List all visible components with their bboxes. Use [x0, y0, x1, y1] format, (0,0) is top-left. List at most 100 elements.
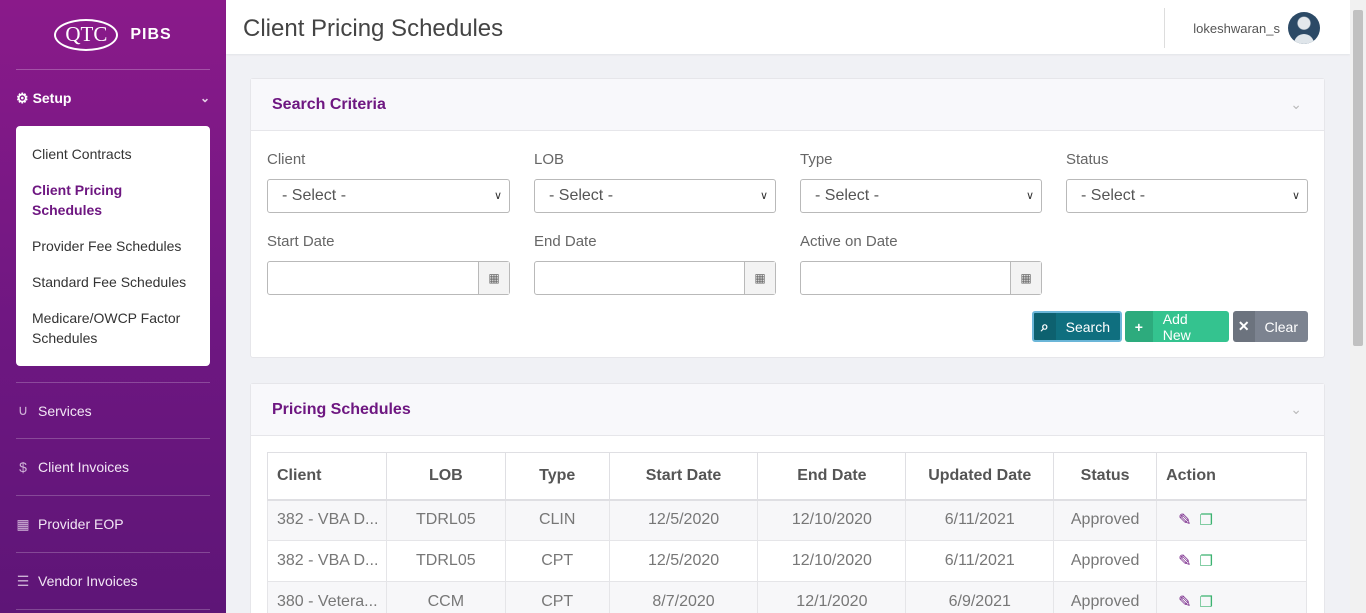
nav-item-label: Client Invoices	[38, 459, 130, 475]
chevron-down-icon: ∨	[1025, 190, 1034, 202]
chevron-down-icon: ∨	[1291, 190, 1300, 202]
type-select-value: - Select -	[815, 187, 880, 204]
type-select[interactable]: - Select - ∨	[800, 179, 1042, 213]
copy-icon[interactable]: ❐	[1200, 511, 1213, 529]
pricing-schedules-title: Pricing Schedules	[272, 400, 411, 418]
submenu-provider-fee-schedules[interactable]: Provider Fee Schedules	[16, 228, 210, 264]
nav-item-client-invoices[interactable]: $ Client Invoices	[16, 439, 210, 496]
edit-icon[interactable]: ✎	[1178, 592, 1191, 612]
page-scrollbar[interactable]	[1350, 0, 1366, 613]
nav-item-label: Provider EOP	[38, 516, 124, 532]
end-date-input[interactable]: ▦	[534, 261, 776, 295]
submenu-client-pricing-schedules[interactable]: Client Pricing Schedules	[16, 172, 210, 228]
calendar-icon: ▦	[16, 515, 30, 532]
page-title: Client Pricing Schedules	[243, 15, 504, 42]
end-date-label: End Date	[534, 233, 597, 250]
chevron-down-icon: ∨	[493, 190, 502, 202]
client-select[interactable]: - Select - ∨	[267, 179, 510, 213]
copy-icon[interactable]: ❐	[1200, 552, 1213, 570]
start-date-label: Start Date	[267, 233, 335, 250]
table-header-row: Client LOB Type Start Date End Date Upda…	[267, 452, 1307, 501]
search-criteria-header[interactable]: Search Criteria ⌄	[251, 79, 1324, 131]
start-date-input[interactable]: ▦	[267, 261, 510, 295]
scrollbar-thumb[interactable]	[1353, 10, 1363, 346]
cell-updated-date: 6/11/2021	[905, 499, 1055, 541]
cell-updated-date: 6/9/2021	[905, 581, 1055, 613]
edit-icon[interactable]: ✎	[1178, 510, 1191, 530]
lob-label: LOB	[534, 151, 565, 168]
calendar-icon[interactable]: ▦	[1010, 262, 1041, 294]
dollar-icon: $	[19, 459, 27, 475]
cell-client: 380 - Vetera...	[267, 581, 387, 613]
column-header-start-date[interactable]: Start Date	[608, 452, 759, 501]
add-new-button[interactable]: + Add New	[1125, 311, 1229, 342]
cell-status: Approved	[1053, 581, 1158, 613]
column-header-type[interactable]: Type	[504, 452, 610, 501]
pricing-schedules-table: Client LOB Type Start Date End Date Upda…	[267, 452, 1307, 613]
submenu-standard-fee-schedules[interactable]: Standard Fee Schedules	[16, 264, 210, 300]
search-criteria-card: Search Criteria ⌄ Client - Select - ∨ LO…	[250, 78, 1325, 358]
chevron-down-icon[interactable]: ⌄	[1290, 96, 1302, 113]
setup-menu-toggle[interactable]: ⚙ Setup ⌄	[16, 70, 210, 126]
stethoscope-icon: ∪	[17, 402, 29, 418]
cell-end-date: 12/10/2020	[757, 499, 907, 541]
cell-type: CPT	[504, 581, 610, 613]
avatar	[1288, 12, 1320, 44]
status-select[interactable]: - Select - ∨	[1066, 179, 1308, 213]
cell-client: 382 - VBA D...	[267, 540, 387, 582]
cell-end-date: 12/1/2020	[757, 581, 907, 613]
cell-end-date: 12/10/2020	[757, 540, 907, 582]
nav-item-label: Vendor Invoices	[38, 573, 138, 589]
chevron-down-icon: ⌄	[199, 91, 210, 105]
type-label: Type	[800, 151, 833, 168]
setup-label: Setup	[32, 90, 72, 106]
pricing-schedules-card: Pricing Schedules ⌄ Client LOB Type Star…	[250, 383, 1325, 613]
submenu-medicare-owcp-factor-schedules[interactable]: Medicare/OWCP Factor Schedules	[16, 300, 210, 356]
calendar-icon[interactable]: ▦	[478, 262, 509, 294]
active-on-date-label: Active on Date	[800, 233, 898, 250]
submenu-client-contracts[interactable]: Client Contracts	[16, 136, 210, 172]
user-menu[interactable]: lokeshwaran_s	[1164, 8, 1320, 48]
table-row[interactable]: 382 - VBA D... TDRL05 CLIN 12/5/2020 12/…	[267, 499, 1307, 541]
cell-start-date: 12/5/2020	[608, 499, 759, 541]
calendar-icon[interactable]: ▦	[744, 262, 775, 294]
qtc-logo: QTC	[54, 18, 119, 51]
cell-lob: TDRL05	[385, 499, 506, 541]
lob-select-value: - Select -	[549, 187, 614, 204]
cell-client: 382 - VBA D...	[267, 499, 387, 541]
nav-item-label: Services	[38, 402, 92, 419]
copy-icon[interactable]: ❐	[1200, 593, 1213, 611]
column-header-client[interactable]: Client	[267, 452, 387, 501]
edit-icon[interactable]: ✎	[1178, 551, 1191, 571]
column-header-lob[interactable]: LOB	[385, 452, 506, 501]
cell-type: CLIN	[504, 499, 610, 541]
cell-type: CPT	[504, 540, 610, 582]
chevron-down-icon: ∨	[759, 190, 768, 202]
pricing-schedules-header[interactable]: Pricing Schedules ⌄	[251, 384, 1324, 436]
plus-icon: +	[1125, 311, 1153, 342]
cell-status: Approved	[1053, 499, 1158, 541]
client-label: Client	[267, 151, 306, 168]
table-row[interactable]: 382 - VBA D... TDRL05 CPT 12/5/2020 12/1…	[267, 540, 1307, 582]
cell-action: ✎ ❐	[1156, 499, 1307, 541]
cell-start-date: 8/7/2020	[608, 581, 759, 613]
nav-item-vendor-invoices[interactable]: ☰ Vendor Invoices	[16, 553, 210, 610]
column-header-updated-date[interactable]: Updated Date	[905, 452, 1055, 501]
nav-item-services[interactable]: ∪ Services	[16, 382, 210, 439]
cell-status: Approved	[1053, 540, 1158, 582]
table-row[interactable]: 380 - Vetera... CCM CPT 8/7/2020 12/1/20…	[267, 581, 1307, 613]
cell-updated-date: 6/11/2021	[905, 540, 1055, 582]
sidebar: QTC PIBS ⚙ Setup ⌄ Client Contracts Clie…	[0, 0, 226, 613]
column-header-end-date[interactable]: End Date	[757, 452, 907, 501]
logo[interactable]: QTC PIBS	[16, 0, 210, 70]
chevron-down-icon[interactable]: ⌄	[1290, 401, 1302, 418]
username: lokeshwaran_s	[1193, 20, 1280, 36]
column-header-status[interactable]: Status	[1053, 452, 1158, 501]
setup-submenu: Client Contracts Client Pricing Schedule…	[16, 126, 210, 366]
search-button[interactable]: ⌕ Search	[1032, 311, 1122, 342]
nav-item-provider-eop[interactable]: ▦ Provider EOP	[16, 496, 210, 553]
active-on-date-input[interactable]: ▦	[800, 261, 1042, 295]
lob-select[interactable]: - Select - ∨	[534, 179, 776, 213]
clear-button[interactable]: ✕ Clear	[1233, 311, 1308, 342]
cell-start-date: 12/5/2020	[608, 540, 759, 582]
